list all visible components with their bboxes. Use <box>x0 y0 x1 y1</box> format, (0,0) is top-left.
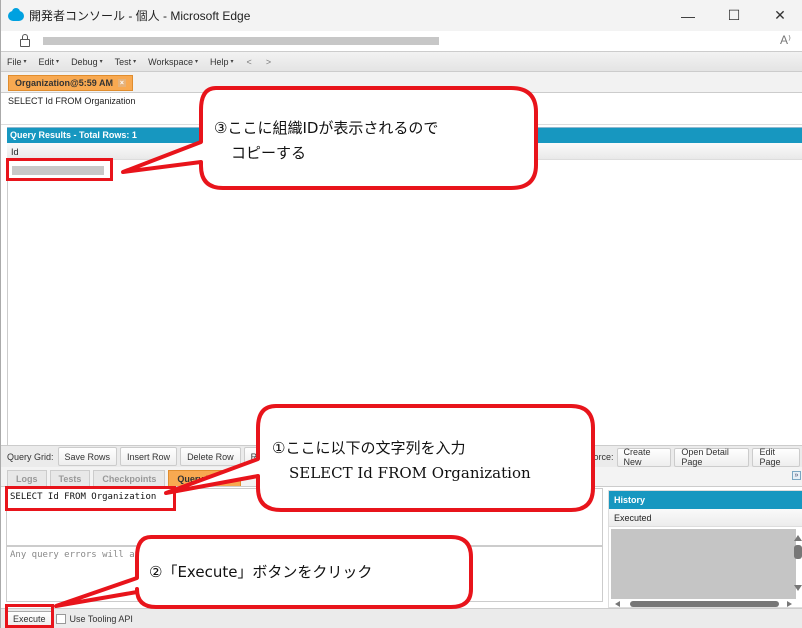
tab-query-editor[interactable]: Query Editor <box>168 470 241 486</box>
close-tab-icon[interactable]: × <box>117 79 126 87</box>
menu-help[interactable]: Help ▾ <box>204 57 240 67</box>
menu-label: Debug <box>71 56 98 67</box>
create-new-button[interactable]: Create New <box>616 447 672 467</box>
minimize-button[interactable]: — <box>665 0 711 31</box>
menu-label: Help <box>210 56 229 67</box>
callout-step3-text: ③ここに組織IDが表示されるので コピーする <box>214 116 438 166</box>
menu-test[interactable]: Test ▾ <box>109 57 143 67</box>
delete-row-button[interactable]: Delete Row <box>180 447 241 466</box>
history-horizontal-scrollbar[interactable] <box>611 600 796 608</box>
menu-edit[interactable]: Edit ▾ <box>33 57 66 67</box>
scroll-down-icon[interactable] <box>794 585 802 591</box>
menu-file[interactable]: File ▾ <box>1 57 33 67</box>
history-column-executed[interactable]: Executed <box>609 509 802 527</box>
scroll-left-icon[interactable] <box>615 601 620 607</box>
highlight-execute-button <box>5 604 54 628</box>
scroll-thumb[interactable] <box>794 545 802 559</box>
history-vertical-scrollbar[interactable] <box>794 529 802 599</box>
history-list <box>611 529 796 599</box>
menu-label: Test <box>114 56 132 67</box>
edit-page-button[interactable]: Edit Page <box>752 447 800 467</box>
url-redacted[interactable] <box>43 37 439 45</box>
scroll-right-icon[interactable] <box>787 601 792 607</box>
tab-checkpoints[interactable]: Checkpoints <box>93 470 166 486</box>
callout-step1-text: ①ここに以下の文字列を入力 SELECT Id FROM Organizatio… <box>272 436 531 486</box>
chevron-down-icon: ▾ <box>56 59 60 65</box>
highlight-result-id <box>6 158 113 181</box>
menu-debug[interactable]: Debug ▾ <box>65 57 109 67</box>
callout-step2-text: ②「Execute」ボタンをクリック <box>149 563 373 581</box>
history-panel: History Executed <box>608 490 802 608</box>
save-rows-button[interactable]: Save Rows <box>57 447 118 466</box>
window-title: 開発者コンソール - 個人 - Microsoft Edge <box>29 9 251 23</box>
chevron-down-icon: ▾ <box>195 59 199 65</box>
close-button[interactable]: ✕ <box>757 0 802 31</box>
tab-organization-query[interactable]: Organization@5:59 AM × <box>8 75 133 91</box>
maximize-button[interactable]: ☐ <box>711 0 757 31</box>
callout-step3-line2: コピーする <box>231 144 307 162</box>
scroll-up-icon[interactable] <box>794 535 802 541</box>
history-header: History <box>609 491 802 509</box>
title-bar: 開発者コンソール - 個人 - Microsoft Edge — ☐ ✕ <box>1 0 802 31</box>
back-button[interactable]: < <box>240 57 259 67</box>
lock-icon[interactable] <box>20 34 30 47</box>
menu-bar: File ▾ Edit ▾ Debug ▾ Test ▾ Workspace ▾ Help… <box>1 52 802 72</box>
callout-step1-line1: ①ここに以下の文字列を入力 <box>272 439 466 457</box>
query-grid-label: Query Grid: <box>7 451 54 462</box>
force-label: Force: <box>588 452 614 462</box>
use-tooling-api-label: Use Tooling API <box>69 613 133 624</box>
collapse-panel-icon[interactable]: » <box>792 471 801 480</box>
highlight-query-editor <box>5 486 176 511</box>
menu-label: Workspace <box>148 56 193 67</box>
chevron-down-icon: ▾ <box>99 59 103 65</box>
menu-workspace[interactable]: Workspace ▾ <box>142 57 204 67</box>
callout-step1-line2: SELECT Id FROM Organization <box>289 464 531 482</box>
insert-row-button[interactable]: Insert Row <box>120 447 178 466</box>
use-tooling-api-checkbox[interactable] <box>55 613 66 624</box>
salesforce-cloud-icon <box>8 7 24 21</box>
menu-label: Edit <box>38 56 55 67</box>
window-controls: — ☐ ✕ <box>665 0 802 31</box>
tab-logs[interactable]: Logs <box>7 470 47 486</box>
forward-button[interactable]: > <box>259 57 278 67</box>
results-grid <box>7 160 802 445</box>
developer-console-window: 開発者コンソール - 個人 - Microsoft Edge — ☐ ✕ A⁾ … <box>0 0 802 628</box>
force-actions: Force: Create New Open Detail Page Edit … <box>588 446 802 468</box>
chevron-down-icon: ▾ <box>133 59 137 65</box>
scroll-thumb[interactable] <box>630 601 779 607</box>
menu-label: File <box>7 56 22 67</box>
callout-step3-line1: ③ここに組織IDが表示されるので <box>214 119 439 137</box>
tab-tests[interactable]: Tests <box>49 470 91 486</box>
tab-label: Organization@5:59 AM <box>15 78 113 88</box>
document-tab-strip: Organization@5:59 AM × <box>1 72 802 93</box>
chevron-down-icon: ▾ <box>23 59 27 65</box>
chevron-down-icon: ▾ <box>230 59 234 65</box>
bottom-bar: Execute Use Tooling API <box>1 608 802 628</box>
read-aloud-icon[interactable]: A⁾ <box>780 33 791 47</box>
open-detail-page-button[interactable]: Open Detail Page <box>674 447 750 467</box>
address-bar[interactable]: A⁾ <box>1 31 802 52</box>
